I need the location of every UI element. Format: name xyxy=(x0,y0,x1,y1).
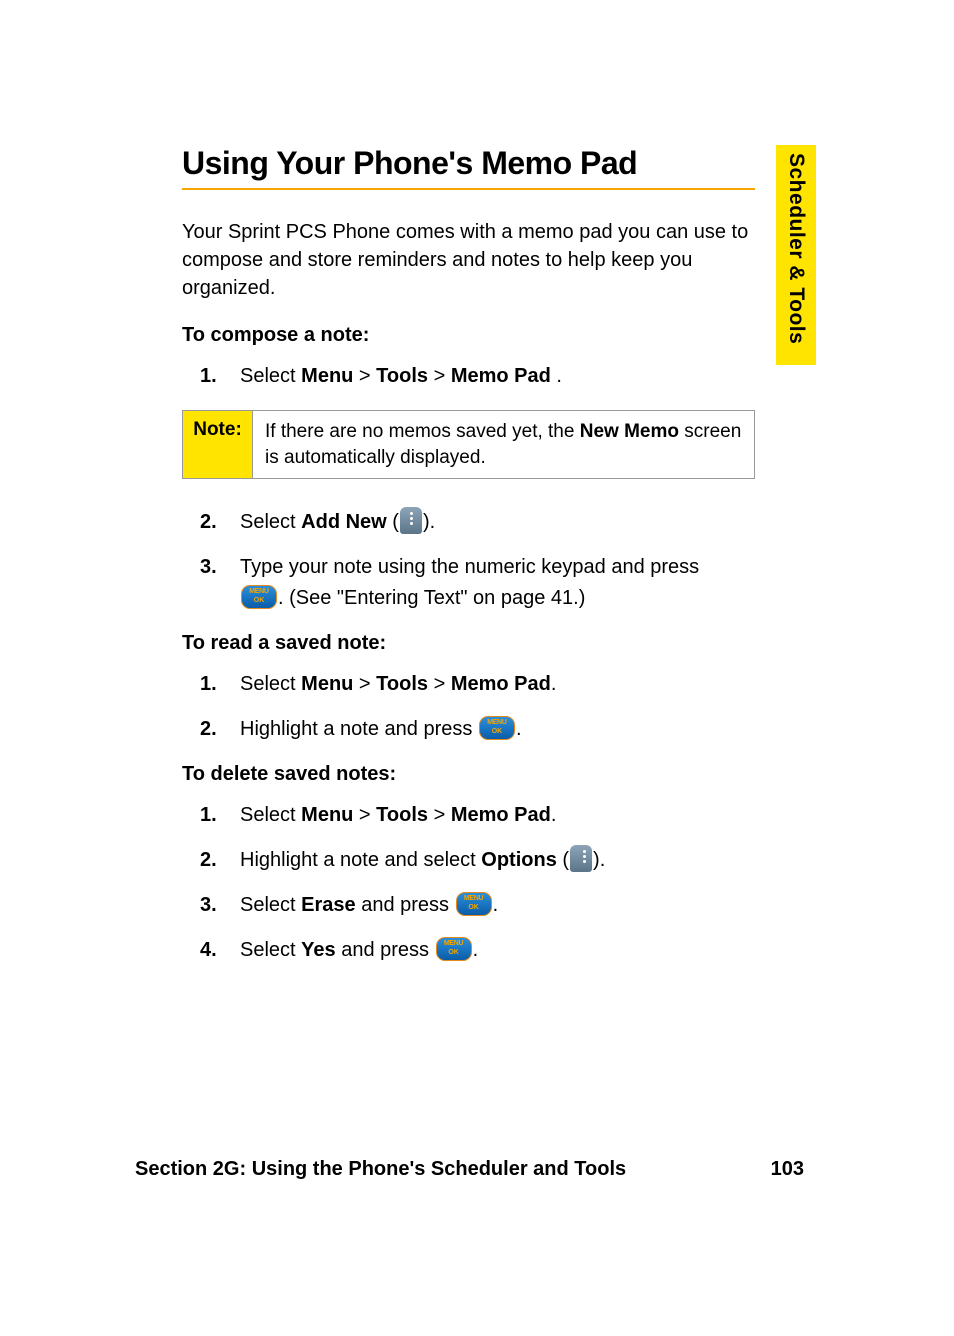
title-divider xyxy=(182,188,755,190)
step-body: Select Menu > Tools > Memo Pad. xyxy=(240,669,773,700)
step-body: Type your note using the numeric keypad … xyxy=(240,552,773,614)
compose-steps: 1. Select Menu > Tools > Memo Pad . xyxy=(200,361,773,392)
delete-subhead: To delete saved notes: xyxy=(182,763,755,786)
softkey-icon xyxy=(400,507,422,534)
step-number: 1. xyxy=(200,669,240,700)
menu-ok-icon xyxy=(456,892,492,916)
footer-page-number: 103 xyxy=(771,1158,804,1181)
step-number: 2. xyxy=(200,845,240,876)
read-subhead: To read a saved note: xyxy=(182,632,755,655)
step-number: 1. xyxy=(200,361,240,392)
step-body: Select Menu > Tools > Memo Pad . xyxy=(240,361,773,392)
compose-steps-cont: 2. Select Add New (). 3. Type your note … xyxy=(200,507,773,614)
step-body: Select Yes and press . xyxy=(240,935,773,966)
read-steps: 1. Select Menu > Tools > Memo Pad. 2. Hi… xyxy=(200,669,773,745)
note-box: Note: If there are no memos saved yet, t… xyxy=(182,410,755,479)
list-item: 2. Highlight a note and press . xyxy=(200,714,773,745)
softkey-icon xyxy=(570,845,592,872)
list-item: 4. Select Yes and press . xyxy=(200,935,773,966)
step-number: 2. xyxy=(200,714,240,745)
menu-ok-icon xyxy=(436,937,472,961)
step-body: Highlight a note and select Options (). xyxy=(240,845,773,876)
list-item: 1. Select Menu > Tools > Memo Pad. xyxy=(200,800,773,831)
list-item: 1. Select Menu > Tools > Memo Pad. xyxy=(200,669,773,700)
page-title: Using Your Phone's Memo Pad xyxy=(182,145,755,182)
list-item: 2. Highlight a note and select Options (… xyxy=(200,845,773,876)
list-item: 3. Select Erase and press . xyxy=(200,890,773,921)
list-item: 3. Type your note using the numeric keyp… xyxy=(200,552,773,614)
menu-ok-icon xyxy=(241,585,277,609)
list-item: 2. Select Add New (). xyxy=(200,507,773,538)
step-body: Select Menu > Tools > Memo Pad. xyxy=(240,800,773,831)
page-footer: Section 2G: Using the Phone's Scheduler … xyxy=(0,1158,954,1181)
step-body: Select Erase and press . xyxy=(240,890,773,921)
note-text: If there are no memos saved yet, the New… xyxy=(253,411,754,478)
step-body: Highlight a note and press . xyxy=(240,714,773,745)
intro-text: Your Sprint PCS Phone comes with a memo … xyxy=(182,218,755,302)
step-body: Select Add New (). xyxy=(240,507,773,538)
step-number: 1. xyxy=(200,800,240,831)
menu-ok-icon xyxy=(479,716,515,740)
footer-section: Section 2G: Using the Phone's Scheduler … xyxy=(135,1158,626,1181)
note-label: Note: xyxy=(183,411,253,478)
step-number: 4. xyxy=(200,935,240,966)
step-number: 3. xyxy=(200,552,240,614)
step-number: 3. xyxy=(200,890,240,921)
delete-steps: 1. Select Menu > Tools > Memo Pad. 2. Hi… xyxy=(200,800,773,966)
step-number: 2. xyxy=(200,507,240,538)
compose-subhead: To compose a note: xyxy=(182,324,755,347)
list-item: 1. Select Menu > Tools > Memo Pad . xyxy=(200,361,773,392)
